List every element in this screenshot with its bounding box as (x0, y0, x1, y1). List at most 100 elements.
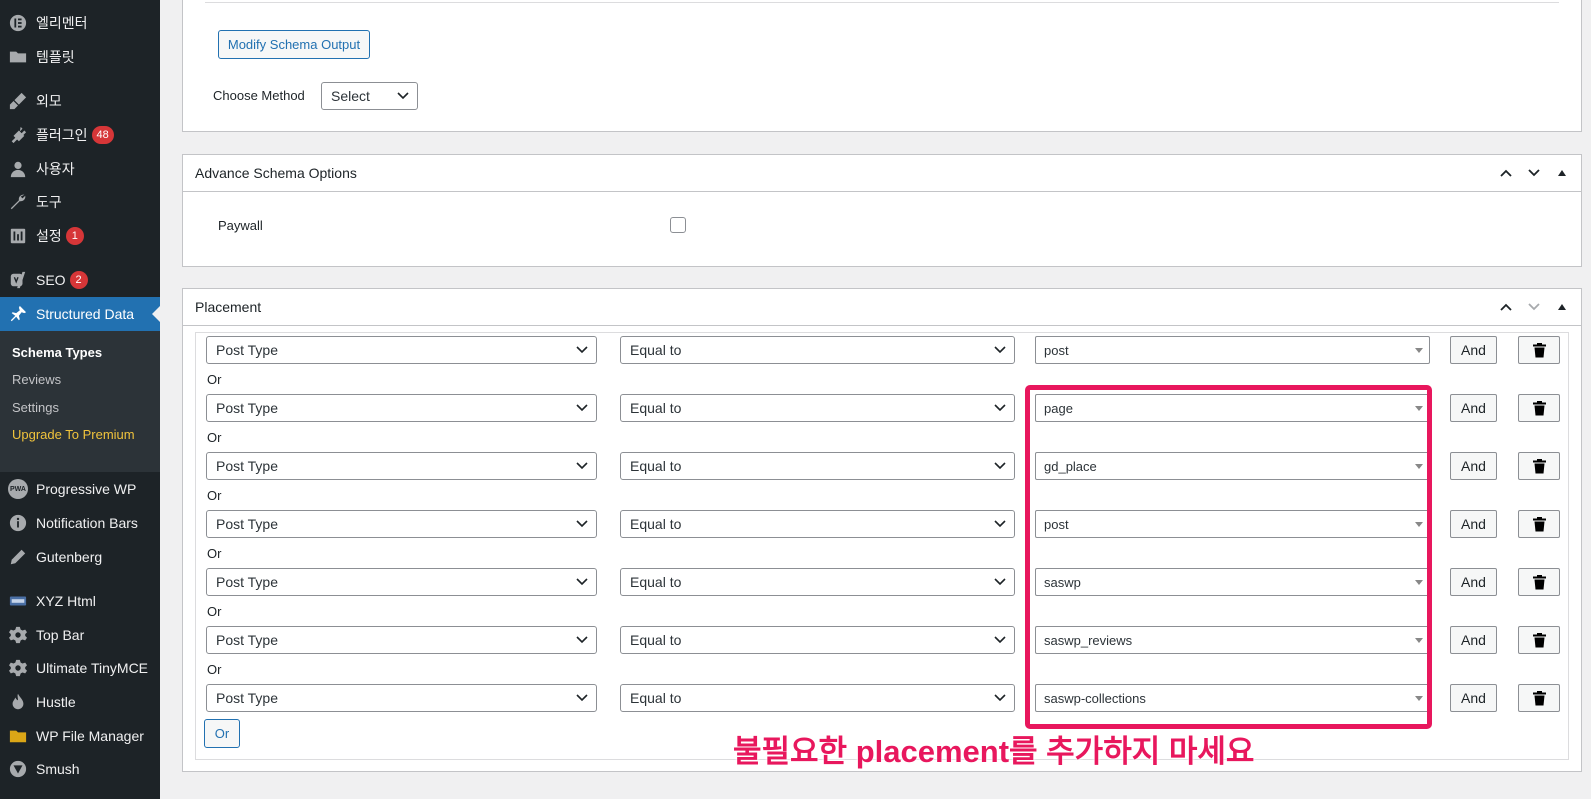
delete-condition-button[interactable] (1518, 452, 1560, 480)
add-and-condition-button[interactable]: And (1450, 452, 1497, 480)
sidebar-item-label: Ultimate TinyMCE (36, 660, 149, 676)
sidebar-item-wp-file-manager[interactable]: WP File Manager (0, 719, 160, 753)
move-up-button[interactable] (1499, 300, 1513, 314)
trash-icon (1532, 516, 1546, 531)
or-separator-label: Or (207, 372, 222, 387)
placement-type-value: Post Type (216, 690, 279, 706)
submenu-reviews[interactable]: Reviews (12, 372, 61, 387)
placement-type-select[interactable]: Post Type (206, 510, 597, 538)
paywall-checkbox[interactable] (670, 217, 686, 233)
submenu-upgrade-premium[interactable]: Upgrade To Premium (12, 427, 135, 442)
placement-value-select[interactable]: saswp-collections (1035, 684, 1430, 712)
sidebar-item-tools[interactable]: 도구 (0, 185, 160, 219)
sidebar-item-progressive-wp[interactable]: PWA Progressive WP (0, 472, 160, 506)
placement-type-select[interactable]: Post Type (206, 452, 597, 480)
chevron-down-icon (994, 636, 1006, 644)
sidebar-item-users[interactable]: 사용자 (0, 152, 160, 186)
modify-schema-output-button[interactable]: Modify Schema Output (218, 30, 370, 59)
placement-header[interactable]: Placement (183, 289, 1581, 326)
placement-type-select[interactable]: Post Type (206, 568, 597, 596)
sidebar-item-top-bar[interactable]: Top Bar (0, 618, 160, 652)
placement-type-select[interactable]: Post Type (206, 626, 597, 654)
trash-icon (1532, 574, 1546, 589)
placement-operator-select[interactable]: Equal to (620, 510, 1015, 538)
user-icon (8, 159, 28, 179)
delete-condition-button[interactable] (1518, 336, 1560, 364)
add-and-condition-button[interactable]: And (1450, 568, 1497, 596)
toggle-panel-button[interactable] (1555, 300, 1569, 314)
sidebar-item-label: 외모 (36, 93, 62, 109)
move-down-button[interactable] (1527, 166, 1541, 180)
sidebar-item-plugins[interactable]: 플러그인 48 (0, 118, 160, 152)
sidebar-item-label: 사용자 (36, 161, 75, 177)
info-icon (8, 513, 28, 533)
sidebar-item-seo[interactable]: SEO 2 (0, 263, 160, 297)
placement-type-select[interactable]: Post Type (206, 684, 597, 712)
toggle-panel-button[interactable] (1555, 166, 1569, 180)
choose-method-select[interactable]: Select (321, 82, 418, 110)
placement-operator-select[interactable]: Equal to (620, 336, 1015, 364)
add-and-condition-button[interactable]: And (1450, 336, 1497, 364)
sidebar-item-templates[interactable]: 템플릿 (0, 40, 160, 74)
placement-operator-select[interactable]: Equal to (620, 394, 1015, 422)
triangle-up-icon (1558, 170, 1566, 176)
delete-condition-button[interactable] (1518, 394, 1560, 422)
sidebar-item-smush[interactable]: Smush (0, 752, 160, 786)
move-up-button[interactable] (1499, 166, 1513, 180)
placement-value-select[interactable]: saswp_reviews (1035, 626, 1430, 654)
placement-type-select[interactable]: Post Type (206, 394, 597, 422)
sidebar-item-label: Hustle (36, 694, 76, 710)
dropdown-arrow-icon (1415, 696, 1423, 701)
sidebar-item-xyz-html[interactable]: XYZ Html (0, 584, 160, 618)
schema-output-panel: Modify Schema Output Choose Method Selec… (182, 0, 1582, 132)
advance-schema-options-header[interactable]: Advance Schema Options (183, 155, 1581, 192)
add-and-condition-button[interactable]: And (1450, 684, 1497, 712)
chevron-down-icon (1528, 303, 1540, 311)
placement-operator-select[interactable]: Equal to (620, 568, 1015, 596)
move-down-button[interactable] (1527, 300, 1541, 314)
or-separator-label: Or (207, 546, 222, 561)
placement-operator-select[interactable]: Equal to (620, 452, 1015, 480)
sidebar-item-label: Structured Data (36, 306, 135, 322)
or-separator-label: Or (207, 604, 222, 619)
delete-condition-button[interactable] (1518, 684, 1560, 712)
placement-value-select[interactable]: saswp (1035, 568, 1430, 596)
sidebar-item-hustle[interactable]: Hustle (0, 685, 160, 719)
add-and-condition-button[interactable]: And (1450, 394, 1497, 422)
placement-value: gd_place (1044, 458, 1097, 474)
add-or-group-button[interactable]: Or (204, 719, 240, 748)
dropdown-arrow-icon (1415, 580, 1423, 585)
delete-condition-button[interactable] (1518, 510, 1560, 538)
sidebar-item-appearance[interactable]: 외모 (0, 84, 160, 118)
smush-icon (8, 759, 28, 779)
sidebar-item-label: 플러그인 (36, 127, 88, 143)
placement-value-select[interactable]: page (1035, 394, 1430, 422)
add-and-condition-button[interactable]: And (1450, 626, 1497, 654)
folder-icon (8, 726, 28, 746)
sidebar-item-label: Progressive WP (36, 481, 137, 497)
placement-operator-select[interactable]: Equal to (620, 626, 1015, 654)
chevron-down-icon (397, 92, 409, 100)
sidebar-item-structured-data[interactable]: Structured Data (0, 297, 160, 331)
delete-condition-button[interactable] (1518, 626, 1560, 654)
placement-type-value: Post Type (216, 632, 279, 648)
sidebar-item-settings[interactable]: 설정 1 (0, 219, 160, 253)
placement-value: post (1044, 342, 1069, 358)
delete-condition-button[interactable] (1518, 568, 1560, 596)
sidebar-item-gutenberg[interactable]: Gutenberg (0, 540, 160, 574)
dropdown-arrow-icon (1415, 638, 1423, 643)
placement-operator-select[interactable]: Equal to (620, 684, 1015, 712)
or-separator-label: Or (207, 430, 222, 445)
submenu-schema-types[interactable]: Schema Types (12, 345, 102, 360)
sidebar-item-ultimate-tinymce[interactable]: Ultimate TinyMCE (0, 651, 160, 685)
sidebar-item-elementor[interactable]: 엘리멘터 (0, 6, 160, 40)
placement-value-select[interactable]: post (1035, 510, 1430, 538)
placement-value-select[interactable]: post (1035, 336, 1430, 364)
submenu-settings[interactable]: Settings (12, 400, 59, 415)
placement-operator-value: Equal to (630, 342, 682, 358)
placement-value-select[interactable]: gd_place (1035, 452, 1430, 480)
sidebar-item-label: 엘리멘터 (36, 15, 88, 31)
placement-type-select[interactable]: Post Type (206, 336, 597, 364)
add-and-condition-button[interactable]: And (1450, 510, 1497, 538)
sidebar-item-notification-bars[interactable]: Notification Bars (0, 506, 160, 540)
